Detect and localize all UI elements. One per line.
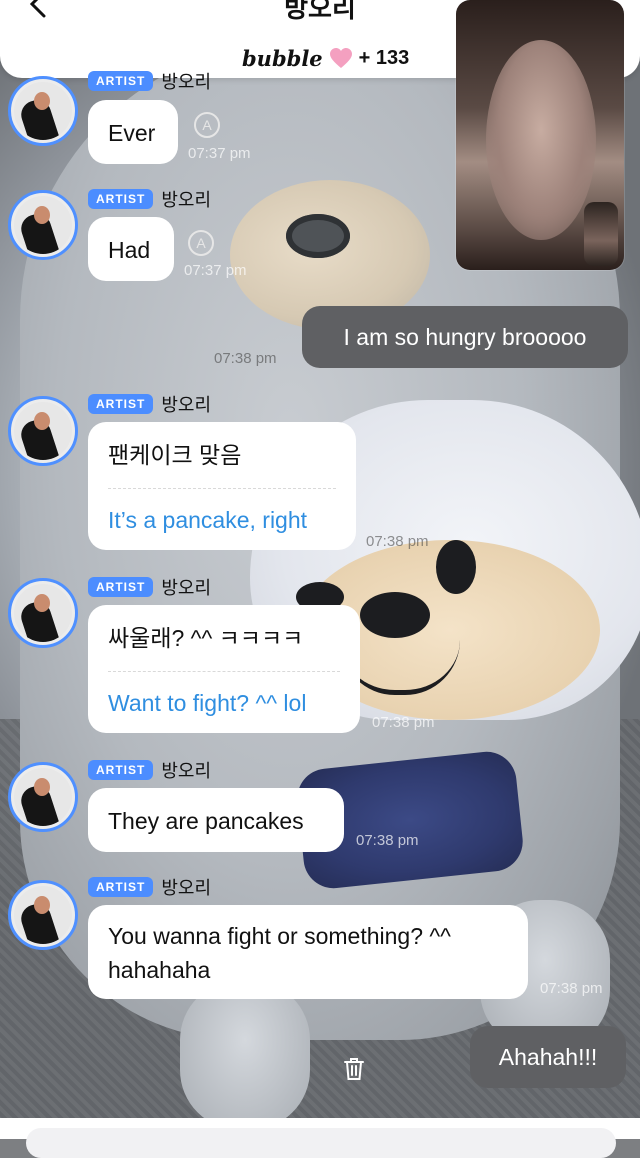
artist-badge: ARTIST — [88, 577, 154, 597]
trash-icon[interactable] — [342, 1056, 366, 1082]
avatar[interactable] — [8, 190, 78, 260]
message-time: 07:38 pm — [540, 980, 603, 997]
message-time: 07:38 pm — [366, 533, 429, 550]
message-time: 07:38 pm — [214, 350, 277, 367]
outgoing-message-bubble[interactable]: Ahahah!!! — [470, 1026, 626, 1088]
sender-row: ARTIST 방오리 — [88, 70, 211, 92]
subscriber-count: + 133 — [358, 46, 410, 69]
plush-ear-hole — [286, 214, 350, 258]
sender-name: 방오리 — [161, 72, 212, 92]
heart-icon — [329, 48, 352, 68]
translation-text: It’s a pancake, right — [108, 507, 308, 533]
plush-nose — [360, 592, 430, 638]
svg-text:A: A — [196, 235, 206, 251]
message-time: 07:38 pm — [356, 832, 419, 849]
sender-row: ARTIST 방오리 — [88, 393, 211, 415]
avatar[interactable] — [8, 76, 78, 146]
brand-text: bubble — [242, 45, 323, 71]
message-bubble[interactable]: Had — [88, 217, 174, 281]
artist-badge: ARTIST — [88, 71, 154, 91]
sender-name: 방오리 — [161, 395, 212, 415]
avatar[interactable] — [8, 578, 78, 648]
message-time: 07:37 pm — [188, 145, 251, 162]
artist-badge: ARTIST — [88, 394, 154, 414]
message-bubble[interactable]: They are pancakes — [88, 788, 344, 852]
sender-row: ARTIST 방오리 — [88, 876, 211, 898]
message-bubble[interactable]: 싸울래? ^^ ㅋㅋㅋㅋ Want to fight? ^^ lol — [88, 605, 360, 733]
sender-name: 방오리 — [161, 190, 212, 210]
artist-badge: ARTIST — [88, 760, 154, 780]
message-text: Had — [108, 237, 151, 263]
message-bubble[interactable]: 팬케이크 맞음 It’s a pancake, right — [88, 422, 356, 550]
read-status-icon: A — [188, 230, 214, 256]
outgoing-message-bubble[interactable]: I am so hungry brooooo — [302, 306, 628, 368]
sender-row: ARTIST 방오리 — [88, 576, 211, 598]
message-text: 팬케이크 맞음 — [108, 442, 242, 468]
message-bubble[interactable]: Ever — [88, 100, 178, 164]
video-overlay[interactable] — [456, 0, 624, 270]
video-subject — [486, 40, 596, 240]
message-text: Ahahah!!! — [498, 1043, 598, 1070]
video-pip[interactable] — [584, 202, 618, 266]
message-time: 07:37 pm — [184, 262, 247, 279]
artist-badge: ARTIST — [88, 189, 154, 209]
sender-name: 방오리 — [161, 761, 212, 781]
artist-badge: ARTIST — [88, 877, 154, 897]
read-status-icon: A — [194, 112, 220, 138]
avatar[interactable] — [8, 880, 78, 950]
bottom-input-bar — [0, 1118, 640, 1158]
message-text: I am so hungry brooooo — [343, 323, 587, 350]
sender-name: 방오리 — [161, 578, 212, 598]
message-text: They are pancakes — [108, 808, 304, 834]
bubble-brand[interactable]: bubble + 133 — [242, 44, 409, 72]
message-bubble[interactable]: You wanna fight or something? ^^ hahahah… — [88, 905, 528, 999]
message-time: 07:38 pm — [372, 714, 435, 731]
translation-text: Want to fight? ^^ lol — [108, 690, 307, 716]
sender-name: 방오리 — [161, 878, 212, 898]
sender-row: ARTIST 방오리 — [88, 188, 211, 210]
message-text: 싸울래? ^^ ㅋㅋㅋㅋ — [108, 625, 304, 651]
avatar[interactable] — [8, 762, 78, 832]
svg-text:A: A — [202, 117, 212, 133]
message-text: You wanna fight or something? ^^ hahahah… — [108, 923, 451, 983]
message-text: Ever — [108, 120, 156, 146]
plush-eye-right — [436, 540, 476, 594]
avatar[interactable] — [8, 396, 78, 466]
sender-row: ARTIST 방오리 — [88, 759, 211, 781]
message-input[interactable] — [26, 1128, 616, 1158]
